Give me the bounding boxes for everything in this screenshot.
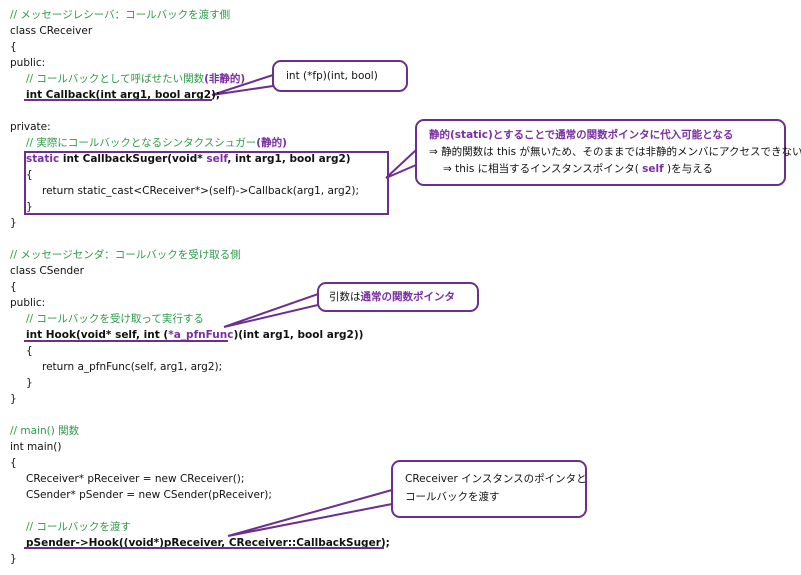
code-line: public: [10,297,46,309]
callout-normal-fp: 引数は通常の関数ポインタ [317,282,479,312]
code-comment-line: // 実際にコールバックとなるシンタクスシュガー(静的) [26,136,287,150]
callout-static-note: 静的(static)とすることで通常の関数ポインタに代入可能となる ⇒ 静的関数… [415,119,801,186]
callout-text-line: 引数は通常の関数ポインタ [329,289,455,305]
code-line: class CReceiver [10,25,93,37]
callout-pointer-2 [385,147,417,179]
code-line: return a_pfnFunc(self, arg1, arg2); [42,361,223,373]
callout-pass-callback: CReceiver インスタンスのポインタと コールバックを渡す [391,460,587,518]
callout-fp-signature: int (*fp)(int, bool) [272,60,408,92]
code-line: { [10,281,17,293]
callback-suger-box [24,151,389,215]
code-comment: // 実際にコールバックとなるシンタクスシュガー [26,137,257,149]
code-line: CReceiver* pReceiver = new CReceiver(); [26,473,245,485]
code-comment: // コールバックを渡す [26,521,131,533]
callout-text: ⇒ 静的関数は this が無いため、そのままでは非静的メンバにアクセスできない [429,146,801,158]
code-comment: // コールバックを受け取って実行する [26,313,204,325]
code-line: int main() [10,441,62,453]
code-line: { [10,457,17,469]
callout-text: CReceiver インスタンスのポインタと [405,473,587,485]
code-comment-line: // コールバックとして呼ばせたい関数(非静的) [26,72,245,86]
code-line: { [26,345,33,357]
func-pointer-underline [24,340,228,342]
callout-title: 静的(static)とすることで通常の関数ポインタに代入可能となる [429,129,734,141]
normal-fp-highlight: 通常の関数ポインタ [360,291,456,303]
code-line: } [10,393,17,405]
code-comment: // main() 関数 [10,425,80,437]
non-static-label: (非静的) [204,73,246,85]
callout-text-line: ⇒ this に相当するインスタンスポインタ( self )を与える [443,161,713,177]
code-line: } [10,553,17,565]
self-highlight: self [642,163,664,175]
callback-underline [24,99,212,101]
callout-text: int (*fp)(int, bool) [286,70,378,82]
callout-text: )を与える [663,163,713,175]
code-fragment: )(int arg1, bool arg2)) [233,329,364,341]
callout-text: コールバックを渡す [405,491,500,503]
hook-call-underline [24,547,384,549]
code-line: private: [10,121,51,133]
code-line: } [10,217,17,229]
static-label: (静的) [256,137,287,149]
code-comment: // コールバックとして呼ばせたい関数 [26,73,205,85]
code-line: { [10,41,17,53]
code-line: public: [10,57,46,69]
code-comment: // メッセージセンダ：コールバックを受け取る側 [10,249,241,261]
callout-pointer-3 [223,292,319,328]
code-comment: // メッセージレシーバ：コールバックを渡す側 [10,9,231,21]
code-line: class CSender [10,265,84,277]
code-line: CSender* pSender = new CSender(pReceiver… [26,489,272,501]
code-line: } [26,377,33,389]
callout-text: ⇒ this に相当するインスタンスポインタ( [443,163,643,175]
callout-text: 引数は [329,291,361,303]
